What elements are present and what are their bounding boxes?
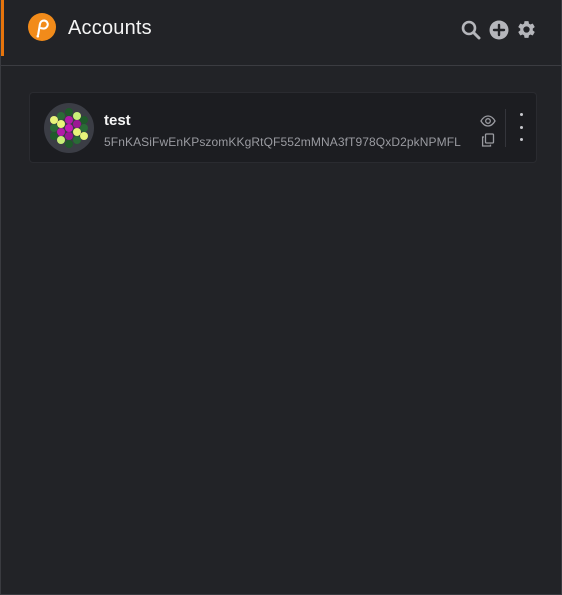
header-actions [460, 19, 537, 40]
copy-icon [481, 133, 495, 147]
toggle-visibility-button[interactable] [480, 114, 496, 128]
eye-icon [480, 115, 496, 127]
extension-window: Accounts test 5FnKASiFwEnKPszomKKgRtQF55… [0, 0, 562, 595]
search-button[interactable] [460, 19, 481, 40]
add-account-button[interactable] [488, 19, 509, 40]
polkadot-logo-icon[interactable] [28, 13, 56, 41]
header-bar: Accounts [1, 0, 561, 66]
account-address: 5FnKASiFwEnKPszomKKgRtQF552mMNA3fT978QxD… [104, 135, 461, 149]
account-name: test [104, 112, 131, 129]
search-icon [461, 20, 480, 39]
card-divider [505, 109, 506, 147]
account-menu-button[interactable] [514, 113, 528, 141]
page-title: Accounts [68, 17, 152, 39]
account-quick-actions [480, 114, 496, 147]
copy-address-button[interactable] [480, 133, 496, 147]
settings-button[interactable] [516, 19, 537, 40]
account-card[interactable]: test 5FnKASiFwEnKPszomKKgRtQF552mMNA3fT9… [29, 92, 537, 163]
add-circle-icon [489, 20, 508, 39]
vertical-dots-icon [519, 113, 523, 116]
identicon-avatar [44, 103, 94, 153]
gear-icon [518, 21, 535, 38]
